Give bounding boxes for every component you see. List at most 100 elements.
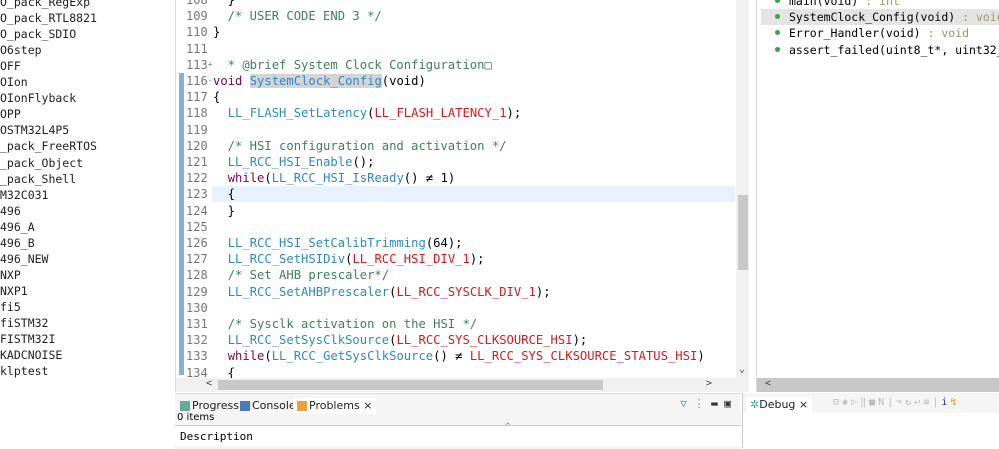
line-number: 124 [186, 203, 216, 219]
project-item[interactable]: NXP [0, 267, 21, 283]
line-number: 125 [186, 219, 216, 235]
line-number: 108 [186, 0, 216, 8]
outline-item[interactable]: assert_failed(uint8_t*, uint32_t [761, 42, 999, 58]
code-line[interactable]: /* USER CODE END 3 */ [213, 8, 382, 24]
line-number: 133 [186, 348, 216, 364]
step-return-icon[interactable]: ↩ [914, 397, 923, 408]
line-number: 117 [186, 89, 216, 105]
code-line[interactable]: while(LL_RCC_HSI_IsReady() ≠ 1) [213, 170, 455, 186]
project-item[interactable]: fi5 [0, 299, 21, 315]
project-item[interactable]: O_pack_RegExp [0, 0, 90, 10]
code-line[interactable]: { [213, 186, 235, 202]
project-item[interactable]: KADCNOISE [0, 347, 62, 363]
project-item[interactable]: 496_B [0, 235, 35, 251]
project-item[interactable]: O6step [0, 42, 42, 58]
drop-frame-icon[interactable]: ≡ [923, 397, 932, 408]
step-over-icon[interactable]: ↻ [905, 397, 914, 408]
code-line[interactable]: while(LL_RCC_GetSysClkSource() ≠ LL_RCC_… [213, 348, 705, 364]
change-bar [179, 73, 184, 375]
project-item[interactable]: FISTM32I [0, 331, 55, 347]
line-number-text: 129 [186, 284, 208, 299]
outline-item[interactable]: SystemClock_Config(void) : void [761, 9, 999, 26]
horizontal-scrollbar[interactable]: < > [176, 378, 749, 392]
code-line[interactable]: /* Set AHB prescaler*/ [213, 267, 389, 283]
code-token: ); [535, 284, 551, 299]
scroll-left-icon[interactable]: < [206, 378, 212, 389]
minimize-icon[interactable]: ▬ [711, 397, 718, 410]
scroll-down-icon[interactable]: ⌄ [739, 364, 745, 375]
step-into-icon[interactable]: ↷ [896, 397, 905, 408]
project-item[interactable]: klptest [0, 363, 48, 379]
code-line[interactable]: LL_RCC_SetAHBPrescaler(LL_RCC_SYSCLK_DIV… [213, 284, 551, 300]
debug-toolbar: ⊟✱▷‖■N|↷↻↩≡|i↯ [833, 397, 960, 408]
code-token: /* USER CODE END 3 */ [213, 9, 382, 24]
code-line[interactable]: void SystemClock_Config(void) [213, 73, 426, 89]
suspend-icon[interactable]: ‖ [860, 397, 869, 408]
line-number-text: 130 [186, 300, 208, 315]
column-description[interactable]: Description [180, 430, 253, 443]
project-item[interactable]: O_pack_RTL8821 [0, 10, 97, 26]
code-line[interactable]: /* Sysclk activation on the HSI */ [213, 316, 477, 332]
tab-console[interactable]: Console [240, 398, 296, 414]
code-editor[interactable]: 108 } 109 /* USER CODE END 3 */ 110} 111 113… [175, 0, 749, 392]
skip-icon[interactable]: ✱ [842, 397, 851, 408]
line-number: 130 [186, 300, 216, 316]
restart-icon[interactable]: ↯ [950, 397, 959, 408]
outline-item[interactable]: main(void) : int [761, 0, 999, 9]
view-menu-icon[interactable]: ⋮ [694, 397, 705, 410]
project-item[interactable]: 496_NEW [0, 251, 48, 267]
project-item[interactable]: OIon [0, 74, 28, 90]
code-line[interactable]: LL_RCC_HSI_Enable(); [213, 154, 375, 170]
project-item[interactable]: OIonFlyback [0, 90, 76, 106]
code-line[interactable]: } [213, 0, 235, 8]
scroll-left-icon[interactable]: < [765, 378, 771, 389]
project-item[interactable]: 496_A [0, 219, 35, 235]
fold-icon[interactable]: + [208, 60, 213, 69]
code-line[interactable]: { [213, 89, 220, 105]
tab-debug[interactable]: ✲Debug × [746, 397, 813, 413]
project-item[interactable]: OFF [0, 58, 21, 74]
code-line[interactable]: LL_RCC_SetSysClkSource(LL_RCC_SYS_CLKSOU… [213, 332, 588, 348]
code-token: SystemClock_Config [249, 74, 382, 88]
terminate-icon[interactable]: ■ [869, 397, 878, 408]
scroll-thumb[interactable] [738, 195, 748, 270]
close-icon[interactable]: × [799, 398, 808, 411]
project-item[interactable]: OSTM32L4P5 [0, 122, 69, 138]
line-number: 109 [186, 8, 216, 24]
remove-icon[interactable]: ⊟ [833, 397, 842, 408]
problems-icon [297, 401, 307, 411]
close-icon[interactable]: × [363, 399, 372, 412]
code-token: LL_FLASH_LATENCY_1 [374, 106, 507, 121]
outline-name: Error_Handler(void) [789, 26, 921, 41]
scroll-right-icon[interactable]: > [706, 378, 712, 389]
project-item[interactable]: _pack_Object [0, 155, 83, 171]
code-line[interactable]: LL_FLASH_SetLatency(LL_FLASH_LATENCY_1); [213, 105, 522, 121]
horizontal-scrollbar[interactable]: < [757, 378, 999, 392]
code-line[interactable]: } [213, 24, 220, 40]
project-item[interactable]: fiSTM32 [0, 315, 48, 331]
code-line[interactable]: LL_RCC_HSI_SetCalibTrimming(64); [213, 235, 463, 251]
tab-problems[interactable]: Problems × [293, 398, 377, 414]
project-item[interactable]: NXP1 [0, 283, 28, 299]
outline-item[interactable]: Error_Handler(void) : void [761, 25, 999, 41]
code-line[interactable]: * @brief System Clock Configuration□ [213, 57, 492, 73]
line-number: 131 [186, 316, 216, 332]
vertical-scrollbar[interactable]: ⌄ [736, 0, 749, 378]
code-line[interactable]: /* HSI configuration and activation */ [213, 138, 507, 154]
tab-label: Progress [192, 399, 239, 412]
fold-icon[interactable]: - [208, 76, 213, 85]
project-item[interactable]: 496 [0, 203, 21, 219]
project-item[interactable]: M32C031 [0, 187, 48, 203]
project-item[interactable]: _pack_FreeRTOS [0, 138, 97, 154]
project-item[interactable]: _pack_Shell [0, 171, 76, 187]
disconnect-icon[interactable]: N [878, 397, 887, 408]
code-line[interactable]: LL_RCC_SetHSIDiv(LL_RCC_HSI_DIV_1); [213, 251, 485, 267]
maximize-icon[interactable]: ▣ [724, 397, 731, 410]
resume-icon[interactable]: ▷ [851, 397, 860, 408]
project-item[interactable]: OPP [0, 106, 21, 122]
filter-icon[interactable]: ▽ [680, 397, 687, 410]
code-token: LL_RCC_SetSysClkSource [227, 333, 390, 348]
scroll-thumb[interactable] [218, 380, 603, 390]
code-line[interactable]: } [213, 203, 235, 219]
project-item[interactable]: O_pack_SDIO [0, 26, 76, 42]
